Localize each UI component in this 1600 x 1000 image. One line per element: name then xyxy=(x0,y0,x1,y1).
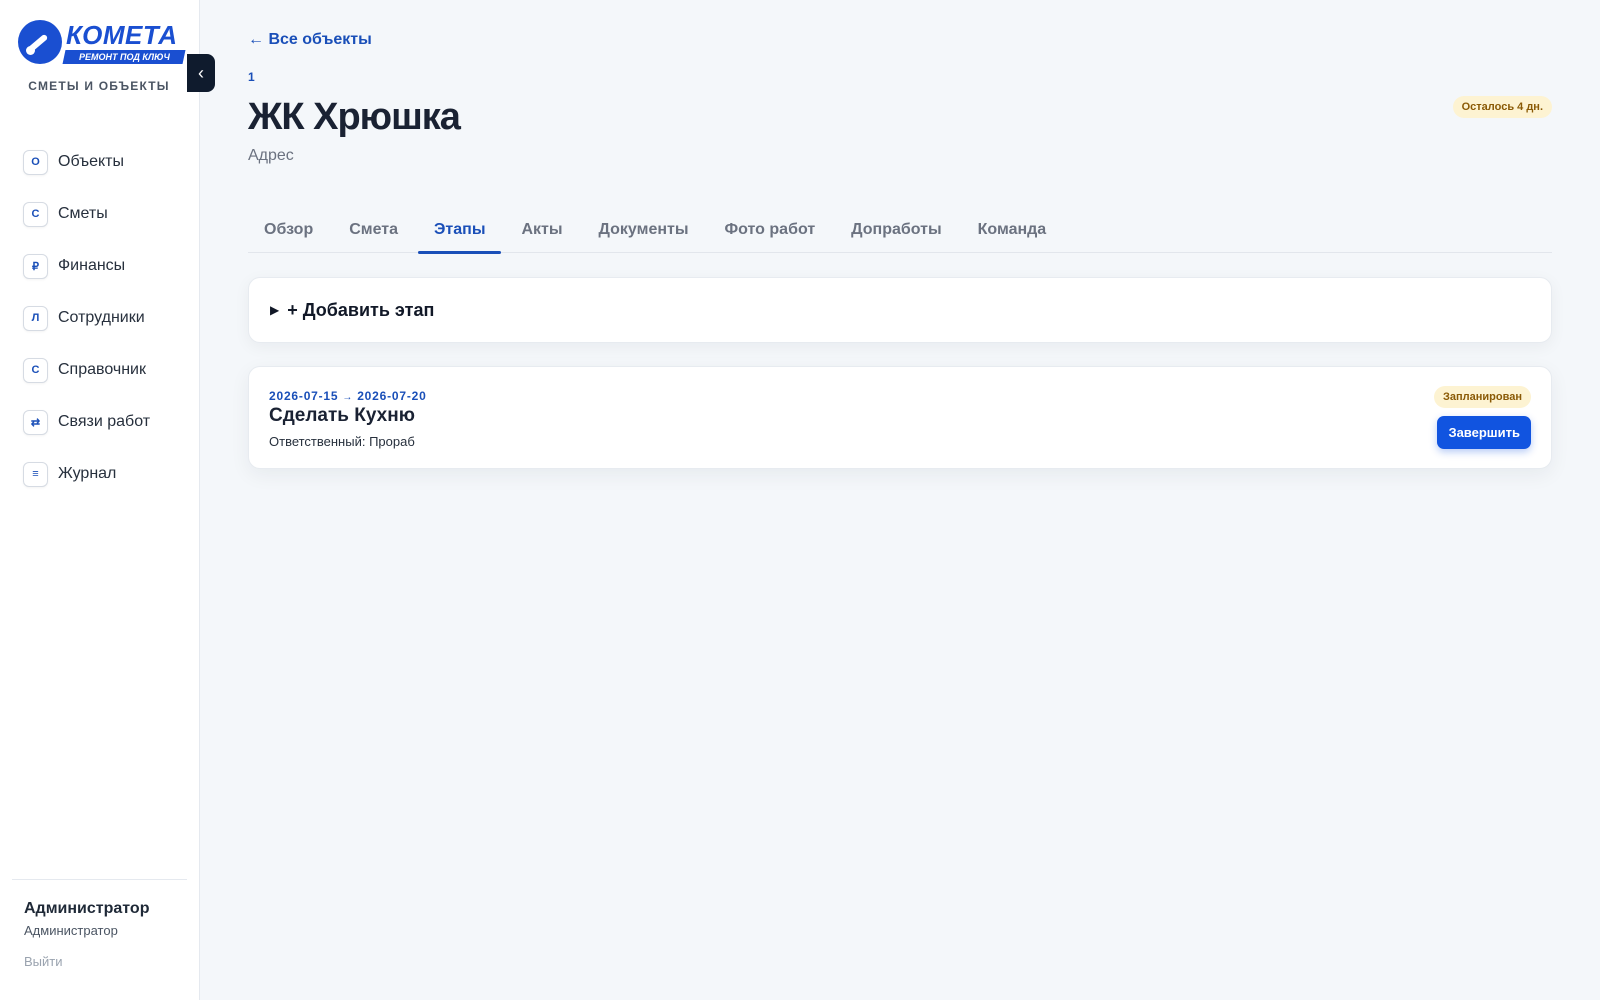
logout-link[interactable]: Выйти xyxy=(24,954,63,969)
disclosure-triangle-icon: ▶ xyxy=(270,303,280,317)
stage-dates: 2026-07-15 → 2026-07-20 xyxy=(269,389,427,403)
page-title: ЖК Хрюшка xyxy=(248,96,461,138)
sidebar-item-label: Справочник xyxy=(58,361,146,378)
stage-start-date: 2026-07-15 xyxy=(269,389,339,403)
tab-extra-works[interactable]: Допработы xyxy=(835,208,957,253)
sidebar-item-label: Сотрудники xyxy=(58,309,145,326)
ruble-icon: ₽ xyxy=(23,253,48,279)
main-content: ← Все объекты 1 ЖК Хрюшка Адрес Осталось… xyxy=(248,0,1552,1000)
stage-status-badge: Запланирован xyxy=(1434,386,1531,408)
sidebar-divider xyxy=(12,879,187,880)
sidebar-item-journal[interactable]: ≡ Журнал xyxy=(12,448,188,500)
logo-tagline: РЕМОНТ ПОД КЛЮЧ xyxy=(62,50,186,64)
stage-end-date: 2026-07-20 xyxy=(357,389,427,403)
sidebar-item-finance[interactable]: ₽ Финансы xyxy=(12,240,188,292)
tab-work-photos[interactable]: Фото работ xyxy=(709,208,832,253)
sidebar-item-employees[interactable]: Л Сотрудники xyxy=(12,292,188,344)
add-stage-toggle[interactable]: ▶ + Добавить этап xyxy=(248,277,1552,343)
add-stage-label: + Добавить этап xyxy=(287,299,435,320)
tab-stages[interactable]: Этапы xyxy=(418,208,502,254)
object-id: 1 xyxy=(248,70,255,84)
days-left-badge: Осталось 4 дн. xyxy=(1452,96,1552,118)
tab-team[interactable]: Команда xyxy=(962,208,1063,253)
user-role: Администратор xyxy=(24,923,118,938)
swap-arrows-icon: ⇄ xyxy=(23,409,48,435)
stage-title: Сделать Кухню xyxy=(269,405,415,426)
app-subtitle: СМЕТЫ И ОБЪЕКТЫ xyxy=(28,79,170,93)
sidebar-item-label: Связи работ xyxy=(58,413,151,430)
objects-icon: О xyxy=(23,149,48,175)
sidebar-item-objects[interactable]: О Объекты xyxy=(12,136,188,188)
employees-icon: Л xyxy=(23,305,48,331)
estimates-icon: С xyxy=(23,201,48,227)
logo-wordmark: КОМЕТА xyxy=(66,20,178,50)
object-address: Адрес xyxy=(248,147,294,164)
sidebar-item-label: Сметы xyxy=(58,205,108,222)
sidebar-item-work-links[interactable]: ⇄ Связи работ xyxy=(12,396,188,448)
sidebar-item-reference[interactable]: С Справочник xyxy=(12,344,188,396)
tab-estimate[interactable]: Смета xyxy=(333,208,414,253)
user-name: Администратор xyxy=(24,900,150,917)
stage-card: 2026-07-15 → 2026-07-20 Сделать Кухню Отве… xyxy=(248,366,1552,469)
sidebar-item-label: Журнал xyxy=(58,465,117,482)
complete-stage-button[interactable]: Завершить xyxy=(1437,416,1531,449)
tab-acts[interactable]: Акты xyxy=(505,208,578,253)
comet-logo-icon xyxy=(18,20,62,64)
sidebar-item-estimates[interactable]: С Сметы xyxy=(12,188,188,240)
tab-documents[interactable]: Документы xyxy=(583,208,705,253)
brand-logo[interactable]: КОМЕТА РЕМОНТ ПОД КЛЮЧ xyxy=(18,18,186,66)
sidebar-item-label: Финансы xyxy=(58,257,126,274)
sidebar: КОМЕТА РЕМОНТ ПОД КЛЮЧ СМЕТЫ И ОБЪЕКТЫ О… xyxy=(0,0,200,1000)
arrow-right-icon: → xyxy=(342,392,354,403)
reference-icon: С xyxy=(23,357,48,383)
stage-responsible: Ответственный: Прораб xyxy=(269,434,415,449)
sidebar-nav: О Объекты С Сметы ₽ Финансы Л Сотрудники… xyxy=(12,136,188,500)
chevron-left-icon: ‹ xyxy=(198,62,204,83)
tab-overview[interactable]: Обзор xyxy=(248,208,329,253)
sidebar-item-label: Объекты xyxy=(58,153,124,170)
sidebar-collapse-button[interactable]: ‹ xyxy=(187,54,215,92)
list-icon: ≡ xyxy=(23,461,48,487)
back-to-objects-link[interactable]: ← Все объекты xyxy=(248,31,372,49)
object-tabs: Обзор Смета Этапы Акты Документы Фото ра… xyxy=(248,208,1552,254)
